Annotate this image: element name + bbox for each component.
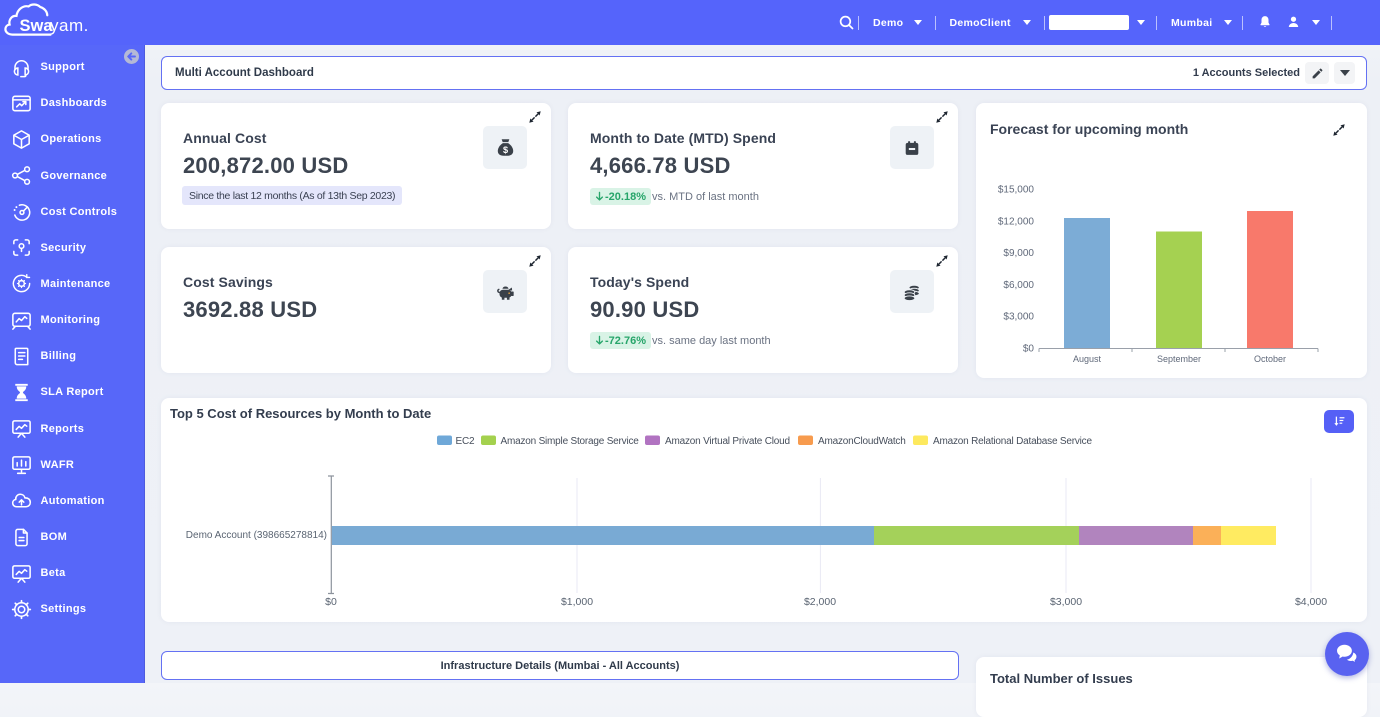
svg-text:$9,000: $9,000 [1003, 248, 1034, 259]
svg-text:$12,000: $12,000 [998, 216, 1035, 227]
svg-text:$3,000: $3,000 [1003, 312, 1034, 323]
svg-text:AmazonCloudWatch: AmazonCloudWatch [818, 436, 906, 447]
svg-text:$6,000: $6,000 [1003, 280, 1034, 291]
svg-text:Amazon Simple Storage Service: Amazon Simple Storage Service [501, 436, 640, 447]
svg-text:$: $ [502, 145, 507, 155]
svg-text:October: October [1254, 354, 1286, 364]
svg-text:$15,000: $15,000 [998, 185, 1035, 196]
svg-text:Swa: Swa [20, 17, 54, 35]
svg-text:$0: $0 [325, 596, 337, 608]
svg-text:yam.: yam. [50, 16, 89, 35]
svg-text:$2,000: $2,000 [804, 596, 836, 608]
svg-text:$1,000: $1,000 [561, 596, 593, 608]
svg-text:Amazon Virtual Private Cloud: Amazon Virtual Private Cloud [665, 436, 790, 447]
svg-text:Demo Account (398665278814): Demo Account (398665278814) [186, 530, 327, 541]
svg-text:$0: $0 [1023, 344, 1035, 355]
svg-text:EC2: EC2 [456, 436, 475, 447]
svg-text:September: September [1157, 354, 1201, 364]
svg-text:August: August [1073, 354, 1102, 364]
svg-text:$3,000: $3,000 [1050, 596, 1082, 608]
svg-text:Amazon Relational Database Ser: Amazon Relational Database Service [933, 436, 1092, 447]
svg-text:$4,000: $4,000 [1295, 596, 1327, 608]
